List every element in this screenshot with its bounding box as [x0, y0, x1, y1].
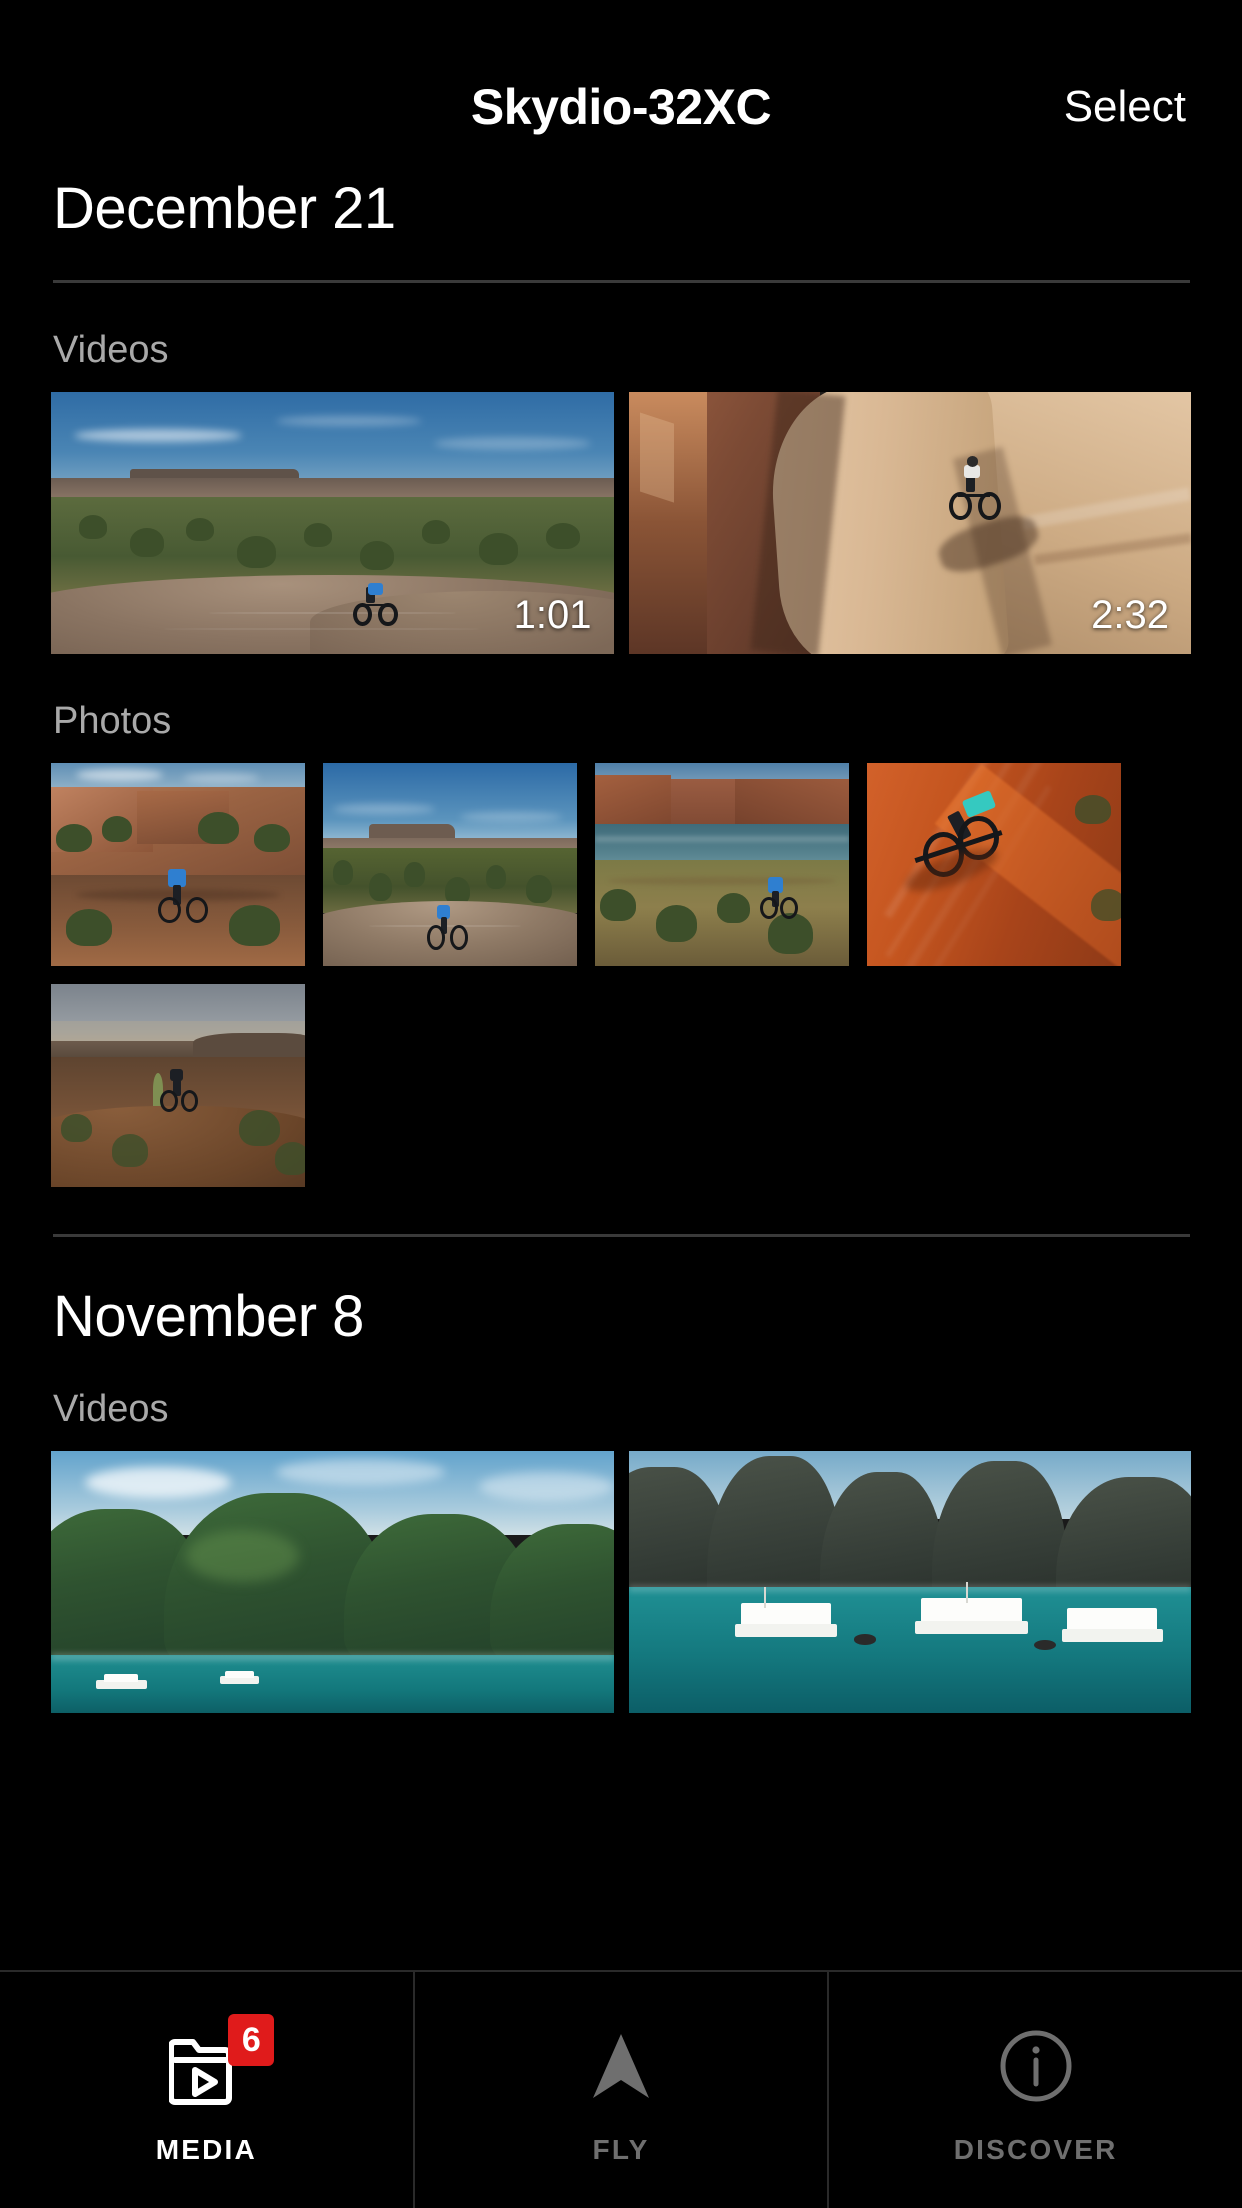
photo-thumbnail[interactable] — [867, 763, 1121, 966]
tab-media[interactable]: 6 MEDIA — [0, 1972, 413, 2208]
media-section-december-21: December 21 Videos 1:01 2:32 Photos — [0, 165, 1242, 1237]
section-divider — [53, 1234, 1190, 1237]
video-grid: 1:01 2:32 — [51, 392, 1191, 654]
video-duration: 1:01 — [513, 593, 592, 637]
tab-label-discover: DISCOVER — [953, 2134, 1118, 2165]
tab-label-fly: FLY — [592, 2134, 650, 2165]
photo-thumbnail[interactable] — [51, 763, 305, 966]
video-thumbnail[interactable]: 1:01 — [51, 392, 614, 654]
tab-label-media: MEDIA — [155, 2134, 257, 2165]
tab-fly[interactable]: FLY — [412, 1972, 828, 2208]
video-thumbnail[interactable]: 2:32 — [628, 392, 1191, 654]
section-date-heading: November 8 — [53, 1284, 364, 1349]
section-date-heading: December 21 — [53, 176, 396, 241]
app-header: Skydio-32XC Select — [0, 0, 1242, 165]
thumbnail-image-red-rock-trail — [51, 763, 305, 966]
info-circle-icon — [990, 2020, 1082, 2112]
group-label-photos: Photos — [53, 700, 172, 742]
thumbnail-image-orange-dune — [867, 763, 1121, 966]
page-title: Skydio-32XC — [470, 79, 772, 135]
media-scroll-area[interactable]: December 21 Videos 1:01 2:32 Photos Nove… — [0, 165, 1242, 1970]
video-thumbnail[interactable] — [51, 1451, 614, 1713]
photo-thumbnail[interactable] — [595, 763, 849, 966]
navigation-arrow-icon — [575, 2020, 667, 2112]
video-grid — [51, 1451, 1191, 1713]
thumbnail-image-river-canyon — [595, 763, 849, 966]
thumbnail-image-tropical-island-lagoon — [51, 1451, 614, 1713]
select-button[interactable]: Select — [1064, 82, 1186, 132]
thumbnail-image-dusk-desert — [51, 984, 305, 1187]
photo-grid — [51, 763, 1195, 1187]
tab-discover[interactable]: DISCOVER — [827, 1972, 1242, 2208]
media-badge-count: 6 — [228, 2014, 275, 2066]
thumbnail-image-tropical-karst-bay — [628, 1451, 1191, 1713]
thumbnail-image-desert-mesa-slickrock — [323, 763, 577, 966]
bottom-tab-bar: 6 MEDIA FLY DISCOVER — [0, 1970, 1242, 2208]
video-thumbnail[interactable] — [628, 1451, 1191, 1713]
photo-thumbnail[interactable] — [51, 984, 305, 1187]
photo-thumbnail[interactable] — [323, 763, 577, 966]
group-label-videos: Videos — [53, 329, 169, 371]
media-library-play-icon: 6 — [160, 2014, 275, 2112]
video-duration: 2:32 — [1091, 593, 1169, 637]
media-section-november-8: November 8 Videos — [0, 1273, 1242, 1713]
group-label-videos: Videos — [53, 1388, 169, 1430]
section-date-divider — [53, 280, 1190, 283]
